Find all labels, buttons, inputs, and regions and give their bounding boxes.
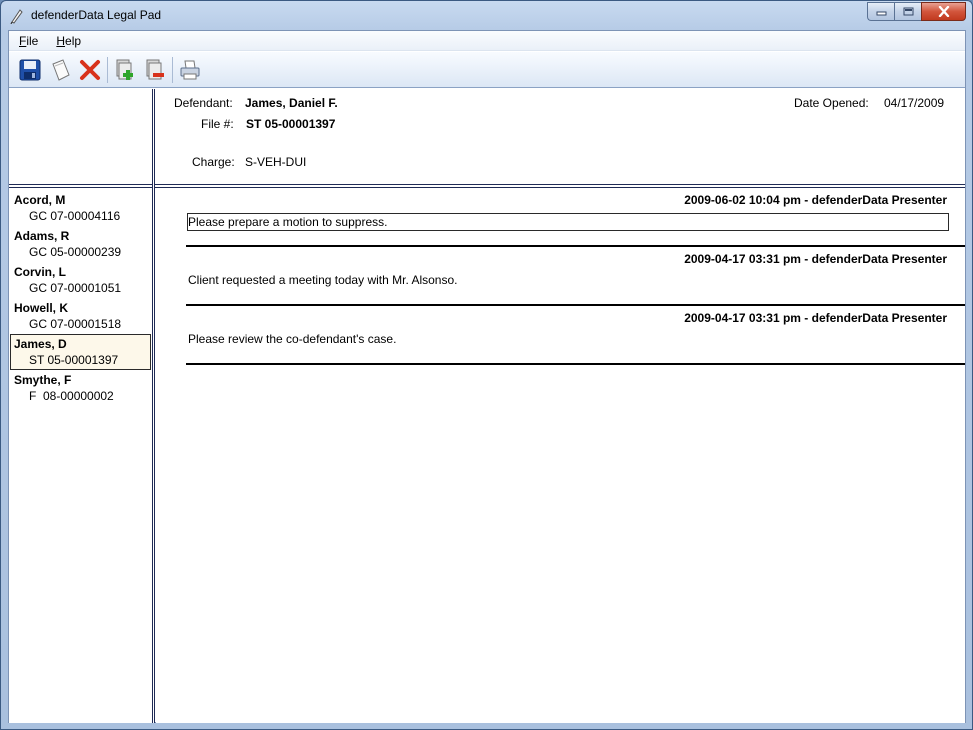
file-number-value: ST 05-00001397 xyxy=(246,117,336,131)
case-item-howell[interactable]: Howell, K GC 07-00001518 xyxy=(10,298,151,334)
minimize-button[interactable] xyxy=(867,2,894,21)
charge-value: S-VEH-DUI xyxy=(245,155,307,169)
case-name: James, D xyxy=(14,337,67,351)
case-item-james[interactable]: James, D ST 05-00001397 xyxy=(10,334,151,370)
vertical-splitter[interactable] xyxy=(152,89,155,723)
left-header-blank xyxy=(9,89,154,185)
close-icon xyxy=(938,6,949,17)
toolbar-separator xyxy=(172,56,173,83)
menu-file[interactable]: File xyxy=(9,34,46,48)
window-title: defenderData Legal Pad xyxy=(31,8,162,22)
note-text-editor[interactable]: Please prepare a motion to suppress. xyxy=(187,213,949,231)
remove-case-button[interactable] xyxy=(140,55,170,85)
red-x-icon xyxy=(80,59,100,80)
defendant-label: Defendant: xyxy=(174,96,233,110)
note-header: 2009-04-17 03:31 pm - defenderData Prese… xyxy=(684,311,947,325)
client-area: File Help Defendant: James, Daniel F. Fi… xyxy=(8,30,966,723)
quill-icon xyxy=(10,8,24,25)
case-item-acord[interactable]: Acord, M GC 07-00004116 xyxy=(10,190,151,226)
delete-button[interactable] xyxy=(75,55,105,85)
case-item-adams[interactable]: Adams, R GC 05-00000239 xyxy=(10,226,151,262)
floppy-disk-icon xyxy=(19,59,41,80)
defendant-value: James, Daniel F. xyxy=(245,96,338,110)
case-file-number: GC 05-00000239 xyxy=(29,245,122,259)
note-text[interactable]: Client requested a meeting today with Mr… xyxy=(187,272,457,290)
case-name: Corvin, L xyxy=(14,265,67,279)
case-file-number: F 08-00000002 xyxy=(29,389,114,403)
maximize-button[interactable] xyxy=(894,2,921,21)
case-name: Howell, K xyxy=(14,301,69,315)
case-header: Defendant: James, Daniel F. File #: ST 0… xyxy=(156,89,965,185)
maximize-icon xyxy=(903,7,913,16)
remove-document-icon xyxy=(146,59,164,79)
add-case-button[interactable] xyxy=(110,55,140,85)
case-name: Acord, M xyxy=(14,193,66,207)
case-file-number: GC 07-00001051 xyxy=(29,281,122,295)
notepad-icon xyxy=(52,58,70,81)
case-name: Adams, R xyxy=(14,229,70,243)
print-button[interactable] xyxy=(175,55,205,85)
minimize-icon xyxy=(876,11,886,16)
new-note-button[interactable] xyxy=(45,55,75,85)
toolbar-separator xyxy=(107,56,108,83)
notes-panel: 2009-06-02 10:04 pm - defenderData Prese… xyxy=(156,188,965,723)
printer-icon xyxy=(180,60,200,79)
case-file-number: GC 07-00004116 xyxy=(29,209,121,223)
note-text[interactable]: Please review the co-defendant's case. xyxy=(187,331,396,349)
case-name: Smythe, F xyxy=(14,373,72,387)
case-file-number: ST 05-00001397 xyxy=(29,353,119,367)
file-number-label: File #: xyxy=(201,117,234,131)
save-button[interactable] xyxy=(15,55,45,85)
case-list: Acord, M GC 07-00004116 Adams, R GC 05-0… xyxy=(9,188,152,723)
case-item-smythe[interactable]: Smythe, F F 08-00000002 xyxy=(10,370,151,406)
note-entry: 2009-04-17 03:31 pm - defenderData Prese… xyxy=(186,306,965,365)
close-button[interactable] xyxy=(921,2,966,21)
caption-buttons xyxy=(867,2,966,22)
title-bar[interactable]: defenderData Legal Pad xyxy=(1,1,972,30)
add-document-icon xyxy=(116,59,133,80)
note-header: 2009-06-02 10:04 pm - defenderData Prese… xyxy=(684,193,947,207)
date-opened-label: Date Opened: xyxy=(794,96,869,110)
date-opened-value: 04/17/2009 xyxy=(884,96,945,110)
note-entry: 2009-06-02 10:04 pm - defenderData Prese… xyxy=(186,188,965,247)
toolbar xyxy=(9,52,965,88)
app-window: defenderData Legal Pad File Help Defenda… xyxy=(0,0,973,730)
note-header: 2009-04-17 03:31 pm - defenderData Prese… xyxy=(684,252,947,266)
note-entry: 2009-04-17 03:31 pm - defenderData Prese… xyxy=(186,247,965,306)
case-file-number: GC 07-00001518 xyxy=(29,317,122,331)
charge-label: Charge: xyxy=(192,155,235,169)
case-item-corvin[interactable]: Corvin, L GC 07-00001051 xyxy=(10,262,151,298)
menu-help[interactable]: Help xyxy=(46,34,89,48)
menu-bar: File Help xyxy=(9,31,965,51)
